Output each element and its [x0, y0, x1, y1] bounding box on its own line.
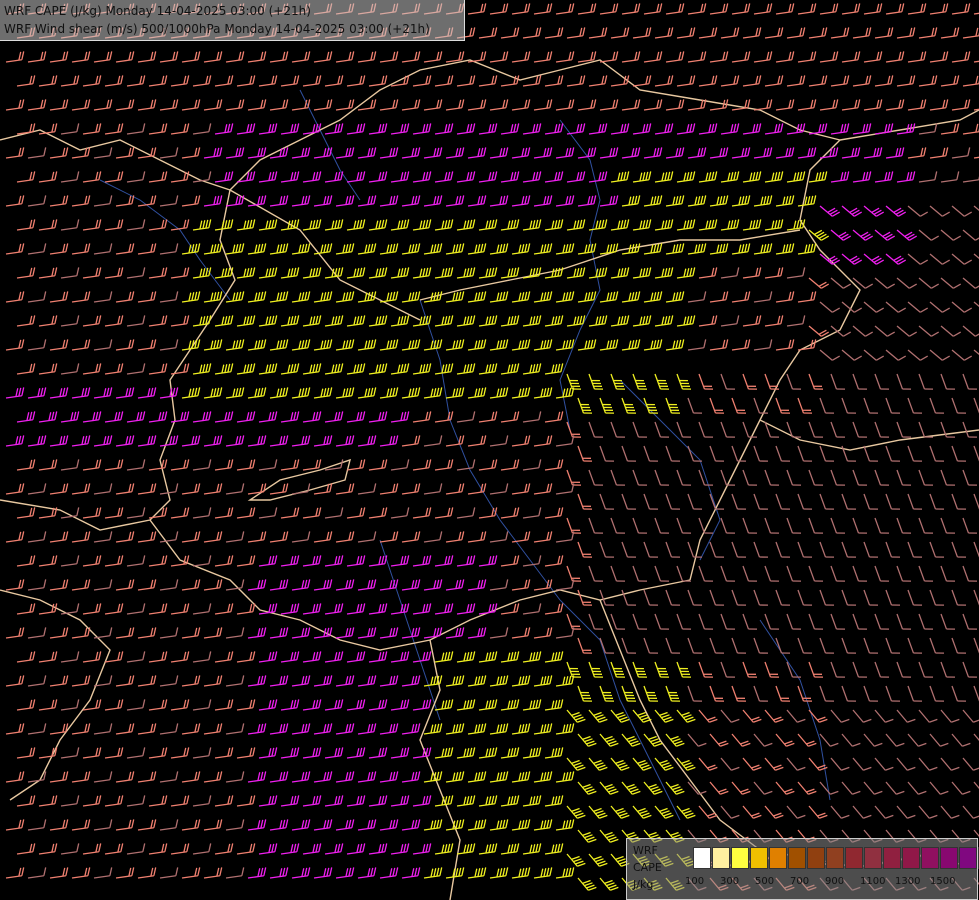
legend-swatch: [845, 847, 863, 869]
legend-swatch: [788, 847, 806, 869]
map-title-box: WRF CAPE (J/kg) Monday 14-04-2025 03:00 …: [0, 0, 465, 41]
shear-title: WRF Wind shear (m/s) 500/1000hPa Monday …: [4, 22, 430, 36]
legend-field-label: CAPE: [633, 861, 662, 874]
legend-tick: 1300: [895, 876, 921, 887]
legend-model-label: WRF: [633, 844, 658, 857]
legend-tick: 700: [790, 876, 810, 887]
legend-tick: 900: [825, 876, 845, 887]
legend-tick: 1100: [860, 876, 886, 887]
legend-swatch: [902, 847, 920, 869]
map-canvas: [0, 0, 979, 900]
legend-color-scale: [693, 847, 979, 869]
legend-swatch: [864, 847, 882, 869]
cape-legend: WRF CAPE J/kg 100 300 500 700 900 1100 1300 150…: [626, 838, 979, 900]
legend-swatch: [750, 847, 768, 869]
legend-swatch: [959, 847, 977, 869]
legend-swatch: [731, 847, 749, 869]
cape-title: WRF CAPE (J/kg) Monday 14-04-2025 03:00 …: [4, 4, 311, 18]
legend-tick: 500: [755, 876, 775, 887]
legend-tick: 300: [720, 876, 740, 887]
legend-swatch: [807, 847, 825, 869]
legend-swatch: [883, 847, 901, 869]
map-background: [0, 0, 979, 900]
legend-swatch: [921, 847, 939, 869]
legend-swatch: [826, 847, 844, 869]
legend-unit-label: J/kg: [633, 878, 654, 891]
legend-swatch: [940, 847, 958, 869]
legend-swatch: [693, 847, 711, 869]
legend-tick: 1500: [930, 876, 956, 887]
legend-swatch: [712, 847, 730, 869]
legend-tick: 100: [685, 876, 705, 887]
legend-swatch: [769, 847, 787, 869]
